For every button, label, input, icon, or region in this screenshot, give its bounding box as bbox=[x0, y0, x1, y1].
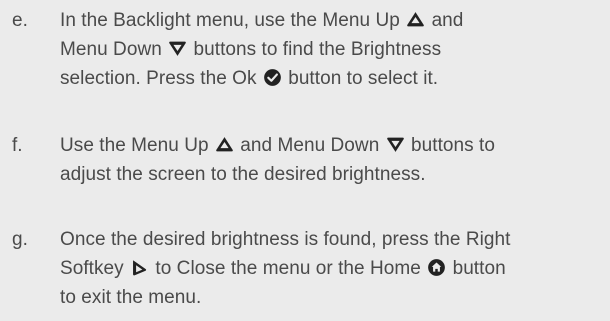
right-softkey-icon bbox=[130, 258, 149, 277]
menu-up-icon bbox=[406, 10, 425, 29]
text-line: Softkey to Close the menu or the Home bu… bbox=[60, 254, 605, 283]
text-line: adjust the screen to the desired brightn… bbox=[60, 160, 605, 189]
text-segment: Menu Down bbox=[60, 39, 162, 60]
text-segment: selection. Press the Ok bbox=[60, 68, 257, 89]
menu-down-icon bbox=[386, 135, 405, 154]
text-line: Use the Menu Up and Menu Down buttons to bbox=[60, 131, 605, 160]
home-icon bbox=[427, 258, 446, 277]
text-segment: Softkey bbox=[60, 258, 124, 279]
step-text: Once the desired brightness is found, pr… bbox=[60, 225, 605, 312]
text-segment: buttons to bbox=[411, 135, 495, 156]
text-segment: Use the Menu Up bbox=[60, 135, 209, 156]
step-letter: g. bbox=[12, 229, 28, 250]
text-segment: button bbox=[452, 258, 506, 279]
text-line: to exit the menu. bbox=[60, 283, 605, 312]
text-line: In the Backlight menu, use the Menu Up a… bbox=[60, 6, 605, 35]
text-segment: to exit the menu. bbox=[60, 287, 202, 308]
text-segment: and bbox=[431, 10, 464, 31]
text-segment: adjust the screen to the desired brightn… bbox=[60, 164, 426, 185]
step-letter: e. bbox=[12, 10, 28, 31]
text-segment: to Close the menu or the Home bbox=[155, 258, 421, 279]
step-letter: f. bbox=[12, 135, 23, 156]
text-line: selection. Press the Ok button to select… bbox=[60, 64, 605, 93]
text-line: Once the desired brightness is found, pr… bbox=[60, 225, 605, 254]
text-segment: buttons to find the Brightness bbox=[193, 39, 442, 60]
step-text: Use the Menu Up and Menu Down buttons to… bbox=[60, 131, 605, 189]
text-segment: In the Backlight menu, use the Menu Up bbox=[60, 10, 400, 31]
text-segment: and Menu Down bbox=[240, 135, 380, 156]
menu-down-icon bbox=[168, 39, 187, 58]
ok-icon bbox=[263, 68, 282, 87]
text-segment: button to select it. bbox=[288, 68, 439, 89]
menu-up-icon bbox=[215, 135, 234, 154]
step-text: In the Backlight menu, use the Menu Up a… bbox=[60, 6, 605, 93]
text-segment: Once the desired brightness is found, pr… bbox=[60, 229, 511, 250]
text-line: Menu Down buttons to find the Brightness bbox=[60, 35, 605, 64]
